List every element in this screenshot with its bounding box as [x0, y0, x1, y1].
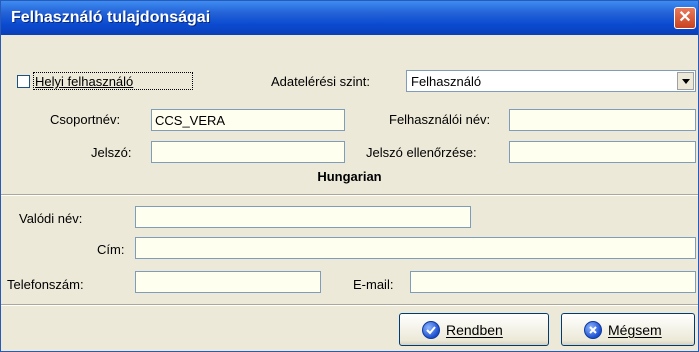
- close-icon[interactable]: ✕: [674, 7, 696, 29]
- cancel-button-label: Mégsem: [608, 322, 662, 338]
- language-section-title: Hungarian: [317, 169, 382, 184]
- access-level-select[interactable]: Felhasználó: [406, 70, 696, 92]
- address-label: Cím:: [97, 242, 125, 257]
- access-level-label: Adatelérési szint:: [271, 74, 370, 89]
- real-name-label: Valódi név:: [19, 211, 83, 226]
- email-input[interactable]: [410, 271, 696, 293]
- address-input[interactable]: [135, 237, 696, 259]
- phone-input[interactable]: [135, 271, 321, 293]
- section-divider: [1, 194, 698, 196]
- window-title: Felhasználó tulajdonságai: [11, 9, 211, 26]
- username-label: Felhasználói név:: [389, 112, 491, 127]
- password-label: Jelszó:: [91, 145, 132, 160]
- checkmark-icon: [422, 321, 440, 339]
- user-properties-dialog: Felhasználó tulajdonságai ✕ Helyi felhas…: [0, 0, 699, 352]
- local-user-checkbox[interactable]: [17, 75, 30, 88]
- group-name-input[interactable]: CCS_VERA: [151, 109, 345, 131]
- password-confirm-input[interactable]: [509, 141, 696, 163]
- ok-button-label: Rendben: [446, 322, 503, 338]
- focus-rect: [33, 72, 193, 90]
- ok-button[interactable]: Rendben: [399, 313, 549, 346]
- username-input[interactable]: [509, 109, 696, 131]
- password-confirm-label: Jelszó ellenőrzése:: [366, 145, 477, 160]
- cancel-button[interactable]: Mégsem: [561, 313, 695, 346]
- access-level-value: Felhasználó: [411, 74, 482, 89]
- email-label: E-mail:: [353, 277, 394, 292]
- real-name-input[interactable]: [135, 206, 471, 228]
- group-name-label: Csoportnév:: [50, 112, 121, 127]
- cancel-x-icon: [584, 321, 602, 339]
- phone-label: Telefonszám:: [7, 277, 84, 292]
- chevron-down-icon[interactable]: [677, 72, 694, 90]
- button-divider: [1, 304, 698, 306]
- title-bar[interactable]: Felhasználó tulajdonságai ✕: [1, 1, 698, 35]
- password-input[interactable]: [151, 141, 345, 163]
